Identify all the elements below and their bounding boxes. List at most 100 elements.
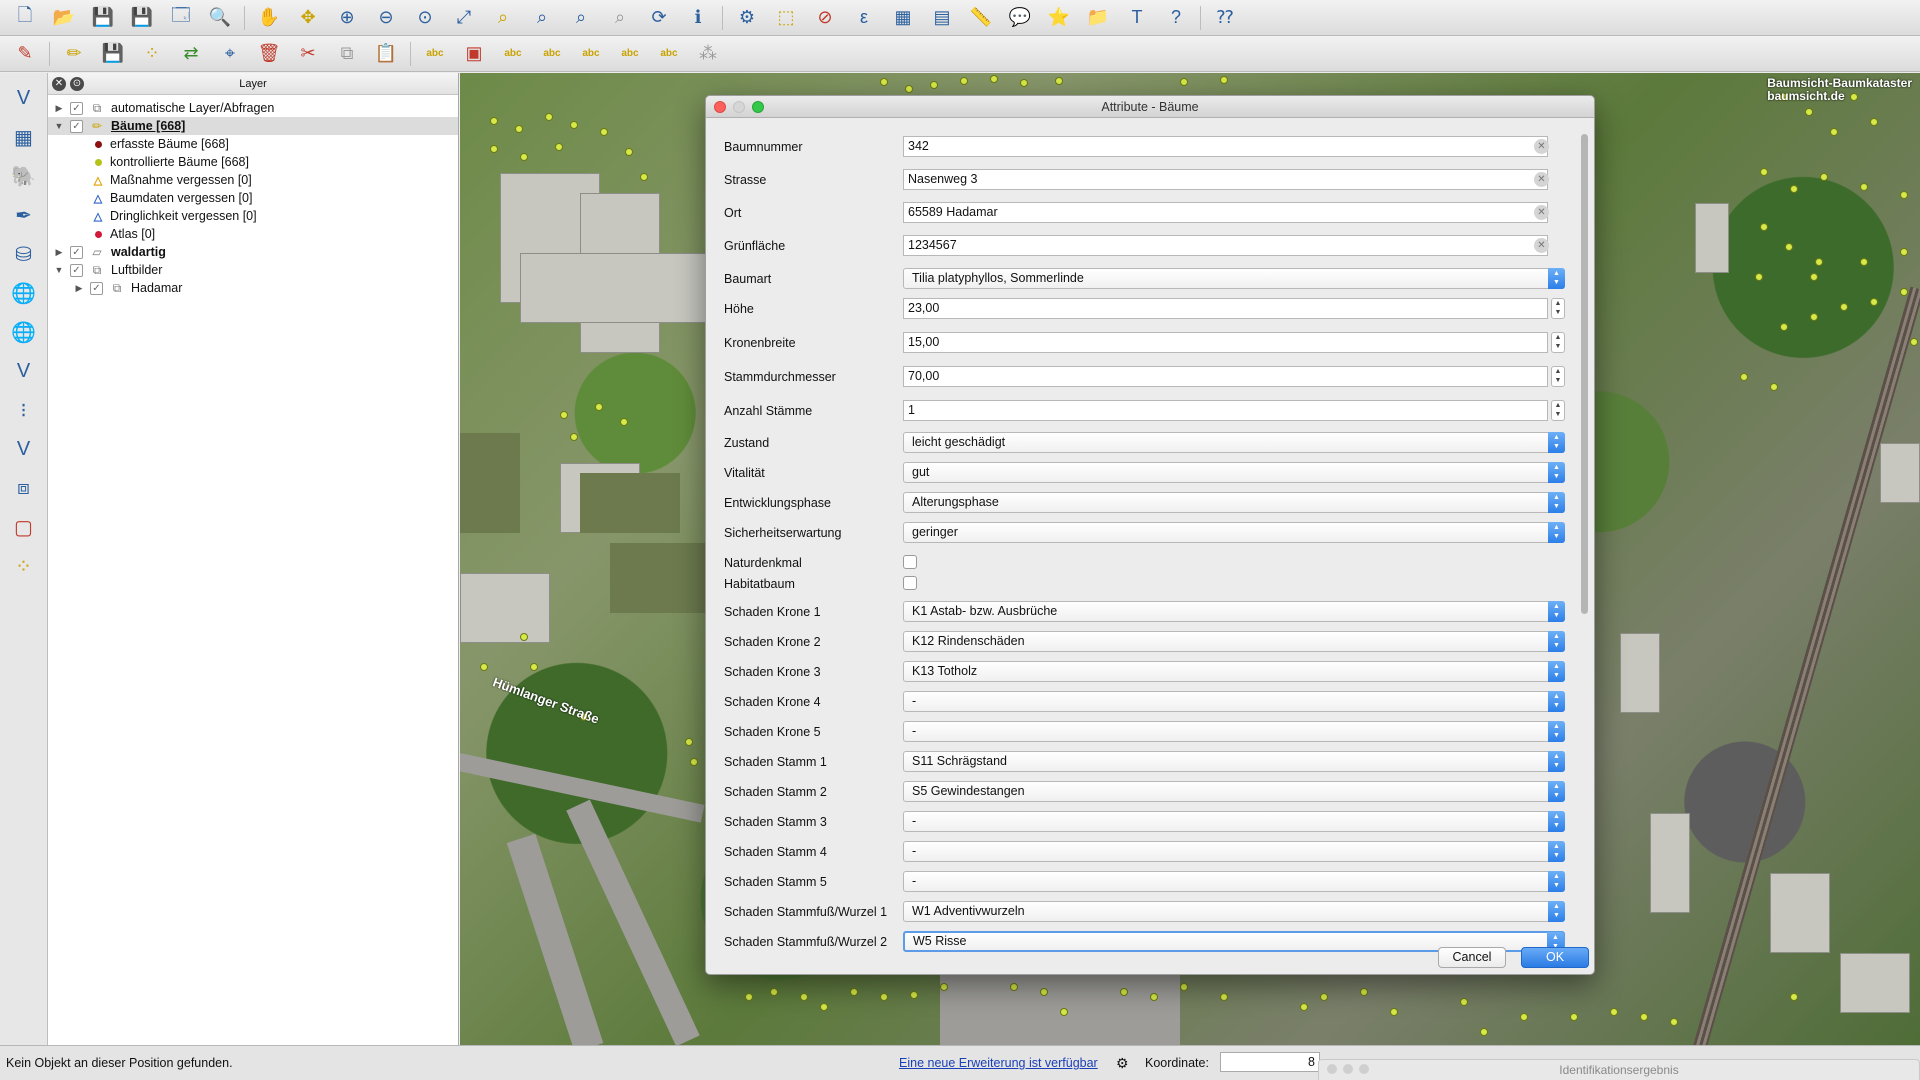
field-dropdown[interactable]: S11 Schrägstand ▲ ▼ xyxy=(903,751,1565,772)
pan-to-selection-icon[interactable]: ✥ xyxy=(293,3,323,33)
add-raster-layer-icon[interactable]: ▦ xyxy=(9,122,39,152)
field-dropdown[interactable]: K13 Totholz ▲ ▼ xyxy=(903,661,1565,682)
layer-visibility-checkbox[interactable]: ✓ xyxy=(70,245,83,259)
dropdown-arrow-icon[interactable]: ▲▼ xyxy=(1548,751,1565,772)
plugin-update-link[interactable]: Eine neue Erweiterung ist verfügbar xyxy=(899,1056,1098,1070)
spinbox-arrows-icon[interactable]: ▲ ▼ xyxy=(1551,400,1565,421)
tree-point[interactable] xyxy=(1480,1028,1488,1036)
tree-point[interactable] xyxy=(1820,173,1828,181)
add-wcs-layer-icon[interactable]: 🌐 xyxy=(9,317,39,347)
save-edits-icon[interactable]: 💾 xyxy=(98,39,128,69)
tree-point[interactable] xyxy=(625,148,633,156)
close-window-icon[interactable] xyxy=(714,100,726,113)
zoom-to-selection-icon[interactable]: ⌕ xyxy=(488,3,518,33)
layer-item[interactable]: ▶ ✓ ▱ waldartig xyxy=(48,243,458,261)
dropdown-arrow-icon[interactable]: ▲▼ xyxy=(1548,781,1565,802)
zoom-to-layer-icon[interactable]: ⌕ xyxy=(527,3,557,33)
select-features-icon[interactable]: ⚙ xyxy=(732,3,762,33)
layer-item[interactable]: ▶ ✓ ⧉ automatische Layer/Abfragen xyxy=(48,99,458,117)
tree-point[interactable] xyxy=(520,153,528,161)
field-dropdown[interactable]: Alterungsphase ▲ ▼ xyxy=(903,492,1565,513)
field-dropdown[interactable]: W1 Adventivwurzeln ▲ ▼ xyxy=(903,901,1565,922)
tree-point[interactable] xyxy=(520,633,528,641)
tree-point[interactable] xyxy=(1180,983,1188,991)
toggle-editing-icon[interactable]: ✏ xyxy=(59,39,89,69)
field-input[interactable]: 1234567 xyxy=(903,235,1548,256)
spinbox-arrows-icon[interactable]: ▲ ▼ xyxy=(1551,366,1565,387)
add-delimited-text-icon[interactable]: ⁝ xyxy=(9,395,39,425)
field-input[interactable]: Nasenweg 3 xyxy=(903,169,1548,190)
field-dropdown[interactable]: S5 Gewindestangen ▲ ▼ xyxy=(903,781,1565,802)
clear-field-icon[interactable]: ✕ xyxy=(1534,172,1549,187)
dropdown-arrow-icon[interactable]: ▲▼ xyxy=(1548,522,1565,543)
field-input[interactable]: 23,00 xyxy=(903,298,1548,319)
rotate-label-icon[interactable]: abc xyxy=(576,39,606,69)
tree-point[interactable] xyxy=(560,411,568,419)
tree-point[interactable] xyxy=(530,663,538,671)
composer-manager-icon[interactable]: 🔍 xyxy=(205,3,235,33)
add-postgis-layer-icon[interactable]: 🐘 xyxy=(9,161,39,191)
tree-point[interactable] xyxy=(1785,243,1793,251)
zoom-next-icon[interactable]: ⌕ xyxy=(605,3,635,33)
tree-point[interactable] xyxy=(1180,78,1188,86)
tree-point[interactable] xyxy=(1900,248,1908,256)
label-tool-icon[interactable]: abc xyxy=(420,39,450,69)
pan-icon[interactable]: ✋ xyxy=(254,3,284,33)
tree-point[interactable] xyxy=(1830,128,1838,136)
tree-point[interactable] xyxy=(1040,988,1048,996)
tree-point[interactable] xyxy=(1360,988,1368,996)
zoom-last-icon[interactable]: ⌕ xyxy=(566,3,596,33)
tree-point[interactable] xyxy=(1790,185,1798,193)
tree-point[interactable] xyxy=(960,77,968,85)
tree-point[interactable] xyxy=(1460,998,1468,1006)
field-checkbox[interactable] xyxy=(903,576,917,590)
zoom-window-icon[interactable] xyxy=(752,100,764,113)
dropdown-arrow-icon[interactable]: ▲▼ xyxy=(1548,661,1565,682)
field-dropdown[interactable]: Tilia platyphyllos, Sommerlinde ▲ ▼ xyxy=(903,268,1565,289)
move-label-icon[interactable]: abc xyxy=(537,39,567,69)
add-mssql-layer-icon[interactable]: ⛁ xyxy=(9,239,39,269)
tree-point[interactable] xyxy=(600,128,608,136)
dropdown-arrow-icon[interactable]: ▲▼ xyxy=(1548,721,1565,742)
clear-field-icon[interactable]: ✕ xyxy=(1534,205,1549,220)
tree-point[interactable] xyxy=(1790,993,1798,1001)
clear-field-icon[interactable]: ✕ xyxy=(1534,139,1549,154)
dropdown-arrow-icon[interactable]: ▲▼ xyxy=(1548,268,1565,289)
node-tool-icon[interactable]: ⌖ xyxy=(215,39,245,69)
tree-point[interactable] xyxy=(1390,1008,1398,1016)
tree-point[interactable] xyxy=(1060,1008,1068,1016)
form-scrollbar[interactable] xyxy=(1581,124,1588,954)
layer-item[interactable]: Atlas [0] xyxy=(48,225,458,243)
field-dropdown[interactable]: leicht geschädigt ▲ ▼ xyxy=(903,432,1565,453)
tree-point[interactable] xyxy=(1220,76,1228,84)
deselect-icon[interactable]: ⊘ xyxy=(810,3,840,33)
pin-labels-icon[interactable]: ▣ xyxy=(459,39,489,69)
tree-point[interactable] xyxy=(620,418,628,426)
help-icon[interactable]: ? xyxy=(1161,3,1191,33)
tree-point[interactable] xyxy=(1740,373,1748,381)
tree-point[interactable] xyxy=(910,991,918,999)
layer-visibility-checkbox[interactable]: ✓ xyxy=(70,101,83,115)
save-as-icon[interactable]: 💾 xyxy=(127,3,157,33)
expand-arrow-icon[interactable]: ▶ xyxy=(52,247,66,258)
tree-point[interactable] xyxy=(880,78,888,86)
tree-point[interactable] xyxy=(1860,258,1868,266)
tree-point[interactable] xyxy=(1840,303,1848,311)
tree-point[interactable] xyxy=(545,113,553,121)
field-dropdown[interactable]: - ▲ ▼ xyxy=(903,811,1565,832)
tree-point[interactable] xyxy=(570,121,578,129)
minimize-window-icon[interactable] xyxy=(733,100,745,113)
dropdown-arrow-icon[interactable]: ▲▼ xyxy=(1548,601,1565,622)
highlight-labels-icon[interactable]: abc xyxy=(498,39,528,69)
tree-point[interactable] xyxy=(770,988,778,996)
dropdown-arrow-icon[interactable]: ▲▼ xyxy=(1548,871,1565,892)
field-input[interactable]: 15,00 xyxy=(903,332,1548,353)
dropdown-arrow-icon[interactable]: ▲▼ xyxy=(1548,432,1565,453)
spinbox-arrows-icon[interactable]: ▲ ▼ xyxy=(1551,332,1565,353)
float-panel-icon[interactable]: ⊙ xyxy=(70,76,84,91)
tree-point[interactable] xyxy=(685,738,693,746)
dropdown-arrow-icon[interactable]: ▲▼ xyxy=(1548,811,1565,832)
field-input[interactable]: 65589 Hadamar xyxy=(903,202,1548,223)
tree-point[interactable] xyxy=(1150,993,1158,1001)
field-dropdown[interactable]: gut ▲ ▼ xyxy=(903,462,1565,483)
